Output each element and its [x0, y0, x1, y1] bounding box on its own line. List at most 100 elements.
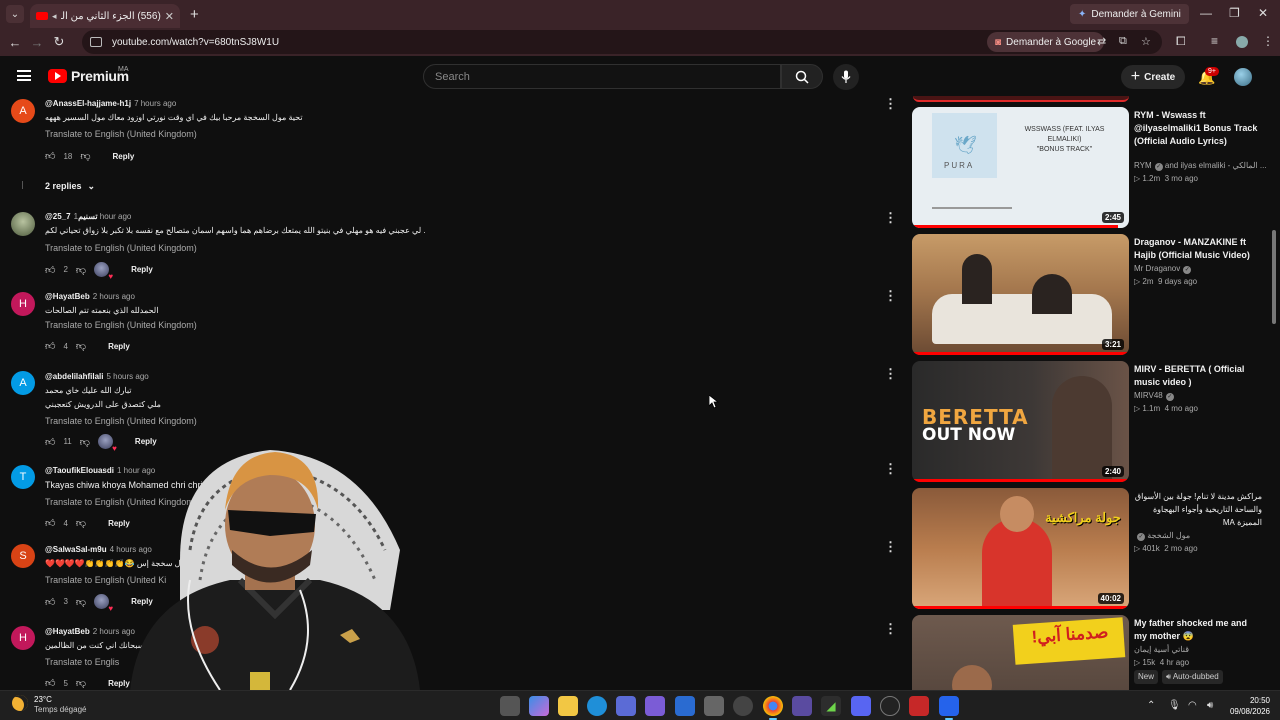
gamepad-icon[interactable] [792, 696, 812, 716]
comment-more-icon[interactable]: ⋮ [884, 288, 897, 304]
like-icon[interactable]: 👍︎ [45, 517, 55, 529]
dislike-icon[interactable]: 👎︎ [76, 264, 86, 276]
comment-time[interactable]: 7 hours ago [134, 99, 176, 108]
comment-avatar[interactable]: H [11, 626, 35, 650]
tab-close-icon[interactable]: ✕ [165, 10, 174, 23]
dislike-icon[interactable]: 👎︎ [76, 677, 86, 689]
address-bar[interactable]: youtube.com/watch?v=680tnSJ8W1U ◙ Demand… [82, 30, 1162, 54]
file-explorer-icon[interactable] [558, 696, 578, 716]
like-icon[interactable]: 👍︎ [45, 596, 55, 608]
dislike-icon[interactable]: 👎︎ [76, 517, 86, 529]
restore-icon[interactable]: ❐ [1229, 6, 1240, 20]
browser-menu-icon[interactable]: ⋮ [1262, 34, 1274, 48]
gemini-button[interactable]: ✦ Demander à Gemini [1070, 4, 1189, 24]
remote-app-icon[interactable] [939, 696, 959, 720]
translate-link[interactable]: Translate to English (United Kingdom) [45, 320, 197, 330]
author-handle[interactable]: @HayatBeb [45, 627, 90, 636]
video-thumbnail[interactable]: BERETTA OUT NOW 2:40 [912, 361, 1129, 482]
translate-link[interactable]: Translate to Englis [45, 657, 119, 667]
account-avatar[interactable] [1234, 68, 1252, 86]
channel-name[interactable]: RYM ✓ and ilyas elmaliki - المالكي ... [1134, 161, 1267, 171]
comment-more-icon[interactable]: ⋮ [884, 461, 897, 477]
recommended-video[interactable]: 3:21 Draganov - MANZAKINE ft Hajib (Offi… [912, 234, 1272, 356]
reply-button[interactable]: Reply [113, 152, 135, 161]
taskbar-clock[interactable]: 20:50 09/08/2026 [1226, 695, 1270, 717]
steam-icon[interactable] [880, 696, 900, 716]
video-title[interactable]: RYM - Wswass ft @ilyaselmaliki1 Bonus Tr… [1134, 109, 1262, 148]
like-icon[interactable]: 👍︎ [45, 150, 55, 162]
comment-more-icon[interactable]: ⋮ [884, 96, 897, 112]
comment-avatar[interactable] [11, 212, 35, 236]
tab-search-button[interactable]: ⌄ [6, 5, 24, 23]
reply-button[interactable]: Reply [131, 265, 153, 274]
recommended-video[interactable]: BERETTA OUT NOW 2:40 MIRV - BERETTA ( Of… [912, 361, 1272, 483]
video-title[interactable]: MIRV - BERETTA ( Official music video ) [1134, 363, 1262, 389]
chrome-icon[interactable] [763, 696, 783, 720]
dislike-icon[interactable]: 👎︎ [80, 436, 90, 448]
like-icon[interactable]: 👍︎ [45, 340, 55, 352]
browser-tab-active[interactable]: ◂ (556) الجزء الثاني من الرحلة ✕ [30, 4, 180, 28]
like-icon[interactable]: 👍︎ [45, 264, 55, 276]
hamburger-menu-icon[interactable] [17, 70, 31, 81]
author-handle[interactable]: @TaoufikElouasdi [45, 466, 114, 475]
comment-author[interactable]: @abdelilahfilali 5 hours ago [45, 372, 149, 381]
comment-more-icon[interactable]: ⋮ [884, 621, 897, 637]
author-handle[interactable]: @HayatBeb [45, 292, 90, 301]
discord-icon[interactable] [645, 696, 665, 716]
video-thumbnail[interactable]: 3:21 [912, 234, 1129, 355]
comment-author[interactable]: @HayatBeb 2 hours ago [45, 292, 135, 301]
search-button[interactable] [781, 64, 823, 89]
tray-overflow-chevron-icon[interactable]: ⌃ [1147, 700, 1155, 711]
comment-more-icon[interactable]: ⋮ [884, 210, 897, 226]
microphone-tray-icon[interactable]: 🎙︎ [1168, 700, 1181, 711]
recommended-video[interactable]: صدمنا آبي! My father shocked me and my m… [912, 615, 1272, 690]
site-info-icon[interactable] [90, 37, 102, 47]
nvidia-icon[interactable]: ◢ [821, 696, 841, 716]
comment-time[interactable]: 2 hours ago [93, 292, 135, 301]
comment-time[interactable]: 5 hours ago [106, 372, 148, 381]
voice-search-button[interactable] [833, 64, 859, 90]
mail-icon[interactable] [675, 696, 695, 716]
volume-icon[interactable]: 🔊︎ [1207, 700, 1213, 711]
extensions-icon[interactable]: ⧠ [1176, 34, 1186, 49]
channel-name[interactable]: ✓ مول الشخجة [1134, 531, 1190, 541]
comment-avatar[interactable]: A [11, 99, 35, 123]
author-handle[interactable]: @25_7تسنيم [45, 212, 98, 221]
forward-arrow-icon[interactable]: → [26, 35, 48, 50]
like-icon[interactable]: 👍︎ [45, 436, 55, 448]
new-tab-button[interactable]: + [190, 6, 199, 23]
chat-icon[interactable] [851, 696, 871, 716]
install-app-icon[interactable]: ⧉ [1119, 35, 1127, 48]
video-title[interactable]: مراكش مدينة لا تنام! جولة بين الأسواق وا… [1134, 490, 1262, 529]
reload-icon[interactable]: ↻ [48, 34, 70, 50]
video-thumbnail[interactable]: جولة مراكشية 40:02 [912, 488, 1129, 609]
photos-icon[interactable] [704, 696, 724, 716]
channel-name[interactable]: Mr Draganov ✓ [1134, 264, 1192, 274]
channel-name[interactable]: قناتي أسية إيمان [1134, 645, 1189, 654]
search-input[interactable]: Search [423, 64, 781, 89]
channel-name[interactable]: MIRV48 ✓ [1134, 391, 1174, 401]
ask-google-button[interactable]: ◙ Demander à Google [987, 32, 1105, 52]
comment-author[interactable]: @AnassEl-hajjame-h1j 7 hours ago [45, 99, 176, 108]
comment-author[interactable]: @25_7تسنيم1 hour ago [45, 212, 131, 221]
dislike-icon[interactable]: 👎︎ [76, 340, 86, 352]
scrollbar-thumb[interactable] [1272, 230, 1276, 324]
comment-avatar[interactable]: H [11, 292, 35, 316]
comment-avatar[interactable]: A [11, 371, 35, 395]
previous-thumbnail-edge[interactable] [913, 96, 1129, 102]
create-button[interactable]: + Create [1121, 65, 1185, 89]
recommended-video[interactable]: جولة مراكشية 40:02 مراكش مدينة لا تنام! … [912, 488, 1272, 610]
author-handle[interactable]: @AnassEl-hajjame-h1j [45, 99, 131, 108]
copilot-icon[interactable] [529, 696, 549, 716]
recorder-icon[interactable] [909, 696, 929, 716]
youtube-logo[interactable]: Premium [48, 68, 129, 84]
wifi-icon[interactable]: ◠ [1188, 700, 1197, 711]
translate-link[interactable]: Translate to English (United Kingdom) [45, 243, 197, 253]
edge-browser-icon[interactable] [587, 696, 607, 716]
replies-toggle[interactable]: 2 replies ⌄ [45, 181, 95, 192]
reply-button[interactable]: Reply [108, 342, 130, 351]
minimize-icon[interactable]: — [1200, 6, 1212, 20]
comment-avatar[interactable]: T [11, 465, 35, 489]
like-icon[interactable]: 👍︎ [45, 677, 55, 689]
bookmark-star-icon[interactable]: ☆ [1141, 35, 1151, 48]
